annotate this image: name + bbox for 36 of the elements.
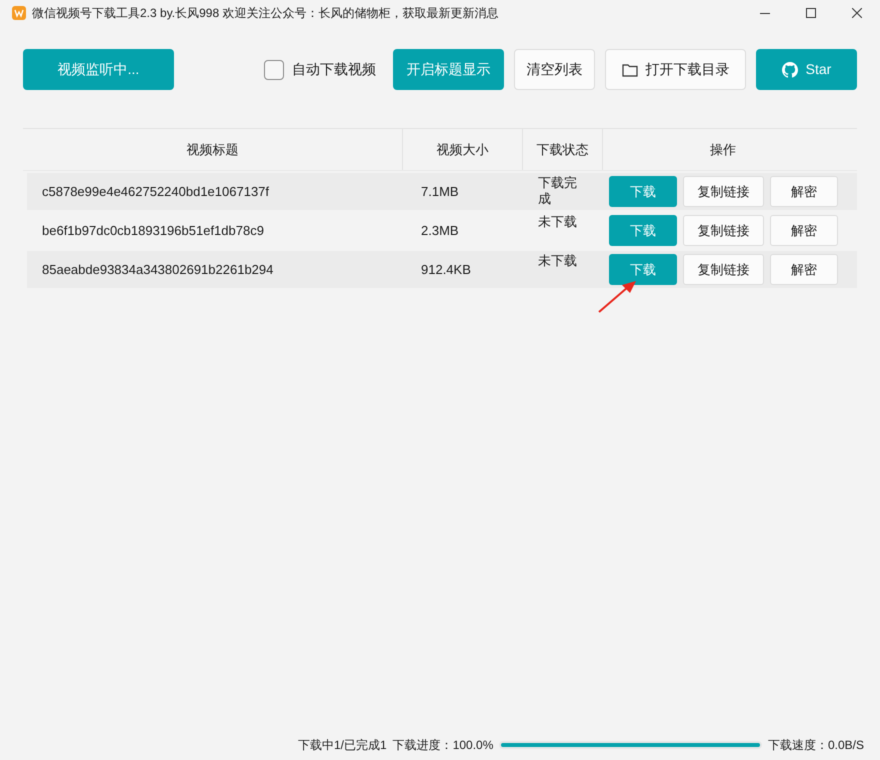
table-cell: c5878e99e4e462752240bd1e1067137f [42, 184, 270, 199]
table-cell: be6f1b97dc0cb1893196b51ef1db78c9 [42, 222, 264, 238]
checkbox[interactable] [264, 60, 284, 80]
checkbox-label: 自动下载视频 [292, 60, 376, 79]
column-header: 视频标题 [23, 129, 403, 170]
column-header: 视频大小 [403, 129, 523, 170]
action-button[interactable]: 解密 [770, 254, 838, 285]
folder-icon [622, 62, 638, 76]
download-speed: 下载速度：0.0B/S [768, 737, 864, 754]
download-count: 下载中1/已完成1 [298, 737, 387, 754]
annotation-arrow-icon [598, 280, 638, 313]
action-button[interactable]: 复制链接 [683, 254, 764, 285]
table-cell-text: 未下载 [538, 214, 578, 230]
table-row[interactable]: 85aeabde93834a343802691b2261b294 912.4KB 未下载 下载 复制链接 解密 [27, 251, 857, 288]
table-cell-text: 未下载 [538, 253, 578, 269]
table-cell-text: 下载完成 [538, 175, 578, 207]
action-button[interactable]: 解密 [770, 215, 838, 246]
close-icon [852, 8, 862, 18]
action-button[interactable]: 复制链接 [683, 215, 764, 246]
toolbar-button[interactable]: 打开下载目录 [605, 49, 746, 90]
toolbar-button[interactable]: 清空列表 [514, 49, 595, 90]
column-header: 下载状态 [523, 129, 603, 170]
table-cell: 7.1MB [421, 184, 459, 199]
table-cell: 85aeabde93834a343802691b2261b294 [42, 262, 274, 277]
app-logo-icon [12, 6, 26, 20]
window-title: 微信视频号下载工具2.3 by.长风998 欢迎关注公众号：长风的储物柜，获取最新更新消息 [32, 5, 498, 22]
table-cell: 2.3MB [421, 222, 459, 238]
action-button[interactable]: 解密 [770, 176, 838, 207]
minimize-icon [760, 12, 770, 14]
column-header: 操作 [709, 140, 737, 159]
github-icon [782, 62, 798, 78]
progress-label: 下载进度：100.0% [392, 737, 494, 754]
maximize-icon [806, 8, 816, 18]
table-row[interactable]: c5878e99e4e462752240bd1e1067137f 7.1MB 下载完成 下载 复制链接 解密 [27, 173, 857, 210]
action-button[interactable]: 复制链接 [683, 176, 764, 207]
table-cell: 912.4KB [421, 262, 471, 277]
